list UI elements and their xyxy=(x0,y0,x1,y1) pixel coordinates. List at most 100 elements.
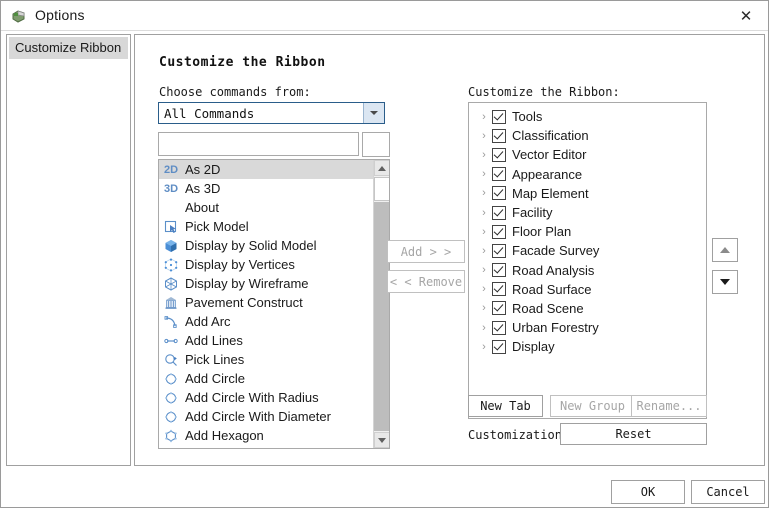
ribbon-tree-item-checkbox[interactable] xyxy=(492,263,506,278)
ribbon-tree-item[interactable]: › Classification xyxy=(469,126,706,145)
scrollbar-track[interactable] xyxy=(374,202,389,431)
command-list-item-label: Pick Lines xyxy=(185,352,245,367)
scroll-down-icon[interactable] xyxy=(374,432,389,448)
reset-button[interactable]: Reset xyxy=(560,423,707,445)
command-list-item-label: Add Arc xyxy=(185,314,231,329)
vertices-icon xyxy=(162,257,180,273)
ribbon-tree-item-checkbox[interactable] xyxy=(492,282,506,297)
ribbon-tree-item-checkbox[interactable] xyxy=(492,186,506,201)
ribbon-tree-item-checkbox[interactable] xyxy=(492,147,506,162)
chevron-right-icon[interactable]: › xyxy=(476,187,492,199)
app-icon xyxy=(11,8,27,24)
sidebar-item-customize-ribbon[interactable]: Customize Ribbon xyxy=(9,37,128,59)
ribbon-tree-item-label: Appearance xyxy=(512,166,583,182)
chevron-right-icon[interactable]: › xyxy=(476,264,492,276)
text-2d-icon: 2D xyxy=(163,163,179,176)
cancel-button[interactable]: Cancel xyxy=(691,480,765,504)
command-source-value: All Commands xyxy=(164,106,255,121)
chevron-down-icon[interactable] xyxy=(363,103,384,123)
chevron-right-icon[interactable]: › xyxy=(476,283,492,295)
ribbon-tree-item-checkbox[interactable] xyxy=(492,128,506,143)
chevron-right-icon[interactable]: › xyxy=(476,149,492,161)
command-list[interactable]: 2D As 2D 3D As 3D About Pick Model Display by … xyxy=(158,159,390,449)
search-input[interactable] xyxy=(159,133,358,155)
ribbon-tree-item[interactable]: › Vector Editor xyxy=(469,145,706,164)
move-up-button[interactable] xyxy=(712,238,738,262)
command-list-item[interactable]: About xyxy=(159,198,374,217)
command-list-item-label: Display by Solid Model xyxy=(185,238,317,253)
chevron-right-icon[interactable]: › xyxy=(476,130,492,142)
command-list-item-label: About xyxy=(185,200,219,215)
chevron-right-icon[interactable]: › xyxy=(476,322,492,334)
command-list-item[interactable]: Display by Vertices xyxy=(159,255,374,274)
command-list-item[interactable]: 3D As 3D xyxy=(159,179,374,198)
command-list-item[interactable]: Add Circle With Radius xyxy=(159,388,374,407)
ribbon-tree-item[interactable]: › Floor Plan xyxy=(469,222,706,241)
move-down-button[interactable] xyxy=(712,270,738,294)
command-list-item[interactable]: Add Hexagon xyxy=(159,426,374,445)
ribbon-tree-item-checkbox[interactable] xyxy=(492,167,506,182)
command-list-item[interactable]: Display by Solid Model xyxy=(159,236,374,255)
command-list-item[interactable]: Display by Wireframe xyxy=(159,274,374,293)
command-list-item[interactable]: Pick Lines xyxy=(159,350,374,369)
ribbon-tree-item[interactable]: › Facade Survey xyxy=(469,241,706,260)
command-list-item[interactable]: Add Circle With Diameter xyxy=(159,407,374,426)
ribbon-tree-item[interactable]: › Map Element xyxy=(469,184,706,203)
command-list-rows: 2D As 2D 3D As 3D About Pick Model Display by … xyxy=(159,160,374,448)
command-list-item-label: Add Hexagon xyxy=(185,428,264,443)
ribbon-tree-rows: › Tools › Classification › Vector Editor › Appe… xyxy=(469,107,706,356)
search-input-wrapper[interactable] xyxy=(158,132,359,156)
command-source-dropdown[interactable]: All Commands xyxy=(158,102,385,124)
command-list-scrollbar[interactable] xyxy=(373,160,389,448)
add-button[interactable]: Add > > xyxy=(387,240,465,263)
ribbon-tree-item-label: Road Scene xyxy=(512,300,584,316)
chevron-right-icon[interactable]: › xyxy=(476,168,492,180)
chevron-right-icon[interactable]: › xyxy=(476,111,492,123)
ribbon-tree-item-label: Road Analysis xyxy=(512,262,595,278)
title-bar: Options ✕ xyxy=(1,1,768,31)
ribbon-tree-item-checkbox[interactable] xyxy=(492,205,506,220)
ribbon-tree-item-checkbox[interactable] xyxy=(492,224,506,239)
command-list-item[interactable]: Add Lines xyxy=(159,331,374,350)
command-list-item[interactable]: Add Arc xyxy=(159,312,374,331)
ribbon-tree-item-label: Map Element xyxy=(512,185,589,201)
ribbon-tree-item[interactable]: › Appearance xyxy=(469,165,706,184)
chevron-right-icon[interactable]: › xyxy=(476,341,492,353)
new-group-button[interactable]: New Group xyxy=(550,395,635,417)
command-list-item[interactable]: Pavement Construct xyxy=(159,293,374,312)
remove-button[interactable]: < < Remove xyxy=(387,270,465,293)
ribbon-tree-item-checkbox[interactable] xyxy=(492,109,506,124)
chevron-right-icon[interactable]: › xyxy=(476,207,492,219)
chevron-right-icon[interactable]: › xyxy=(476,245,492,257)
ribbon-tree-item-checkbox[interactable] xyxy=(492,301,506,316)
ribbon-tree-item[interactable]: › Tools xyxy=(469,107,706,126)
ribbon-tree-item[interactable]: › Display xyxy=(469,337,706,356)
chevron-right-icon[interactable]: › xyxy=(476,302,492,314)
ribbon-tree-item-label: Facade Survey xyxy=(512,243,600,259)
choose-commands-label: Choose commands from: xyxy=(159,85,311,99)
command-list-item[interactable]: 2D As 2D xyxy=(159,160,374,179)
rename-button[interactable]: Rename... xyxy=(631,395,707,417)
ribbon-tree-item[interactable]: › Road Scene xyxy=(469,299,706,318)
ribbon-tree[interactable]: › Tools › Classification › Vector Editor › Appe… xyxy=(468,102,707,419)
ribbon-tree-item[interactable]: › Road Analysis xyxy=(469,261,706,280)
ok-button[interactable]: OK xyxy=(611,480,685,504)
ribbon-tree-item[interactable]: › Road Surface xyxy=(469,280,706,299)
search-button[interactable] xyxy=(362,132,390,157)
close-button[interactable]: ✕ xyxy=(724,1,768,30)
ribbon-tree-item[interactable]: › Facility xyxy=(469,203,706,222)
ribbon-tree-item-checkbox[interactable] xyxy=(492,339,506,354)
ribbon-tree-item-label: Facility xyxy=(512,205,553,221)
ribbon-tree-item[interactable]: › Urban Forestry xyxy=(469,318,706,337)
command-list-item[interactable]: Pick Model xyxy=(159,217,374,236)
scrollbar-thumb[interactable] xyxy=(374,177,389,201)
arrow-up-icon xyxy=(720,247,730,253)
ribbon-tree-item-label: Floor Plan xyxy=(512,224,572,240)
ribbon-tree-item-checkbox[interactable] xyxy=(492,243,506,258)
command-list-item[interactable]: Add Circle xyxy=(159,369,374,388)
ribbon-tree-item-checkbox[interactable] xyxy=(492,320,506,335)
command-list-item-label: Pavement Construct xyxy=(185,295,303,310)
new-tab-button[interactable]: New Tab xyxy=(468,395,543,417)
scroll-up-icon[interactable] xyxy=(374,160,389,176)
chevron-right-icon[interactable]: › xyxy=(476,226,492,238)
